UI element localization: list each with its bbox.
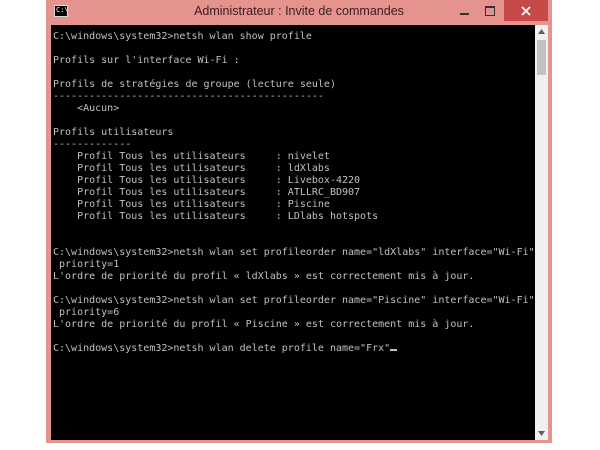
console-line: ------------- <box>53 139 132 150</box>
arrow-up-icon <box>538 29 545 34</box>
console-line: Profil Tous les utilisateurs : LDlabs ho… <box>53 211 379 222</box>
console-line: Profils de stratégies de groupe (lecture… <box>53 79 336 90</box>
scroll-up-button[interactable] <box>535 25 548 38</box>
close-icon <box>521 5 531 16</box>
console-line: Profil Tous les utilisateurs : ATLLRC_BD… <box>53 187 361 198</box>
scroll-down-button[interactable] <box>535 427 548 440</box>
scroll-thumb[interactable] <box>537 40 546 75</box>
console-line: Profil Tous les utilisateurs : Piscine <box>53 199 330 210</box>
minimize-icon <box>459 13 469 15</box>
window-title: Administrateur : Invite de commandes <box>194 4 404 18</box>
close-button[interactable] <box>504 0 548 21</box>
console-line: L'ordre de priorité du profil « Piscine … <box>53 319 475 330</box>
text-cursor <box>390 349 398 351</box>
console-text: C:\windows\system32>netsh wlan show prof… <box>51 25 535 355</box>
minimize-button[interactable] <box>452 0 476 21</box>
console-line: Profil Tous les utilisateurs : Livebox-4… <box>53 175 361 186</box>
console-line: C:\windows\system32>netsh wlan show prof… <box>53 31 312 42</box>
command-prompt-window: C:\ Administrateur : Invite de commandes… <box>46 0 552 443</box>
console-line: Profil Tous les utilisateurs : ldXlabs <box>53 163 330 174</box>
maximize-button[interactable] <box>478 0 502 21</box>
console-line: C:\windows\system32>netsh wlan delete pr… <box>53 343 535 355</box>
console-line: L'ordre de priorité du profil « ldXlabs … <box>53 271 475 282</box>
console-line: priority=1 <box>53 259 120 270</box>
maximize-icon <box>485 5 495 16</box>
console-line: Profil Tous les utilisateurs : nivelet <box>53 151 330 162</box>
console-line: ----------------------------------------… <box>53 91 324 102</box>
title-bar[interactable]: C:\ Administrateur : Invite de commandes <box>46 0 552 25</box>
console-output-area[interactable]: C:\windows\system32>netsh wlan show prof… <box>51 25 535 440</box>
vertical-scrollbar[interactable] <box>535 25 548 440</box>
console-line: C:\windows\system32>netsh wlan set profi… <box>53 295 535 306</box>
console-line: Profils sur l'interface Wi-Fi : <box>53 55 240 66</box>
console-line: <Aucun> <box>53 103 120 114</box>
console-line: priority=6 <box>53 307 120 318</box>
arrow-down-icon <box>538 431 545 436</box>
console-line: C:\windows\system32>netsh wlan set profi… <box>53 247 535 258</box>
console-line: Profils utilisateurs <box>53 127 174 138</box>
